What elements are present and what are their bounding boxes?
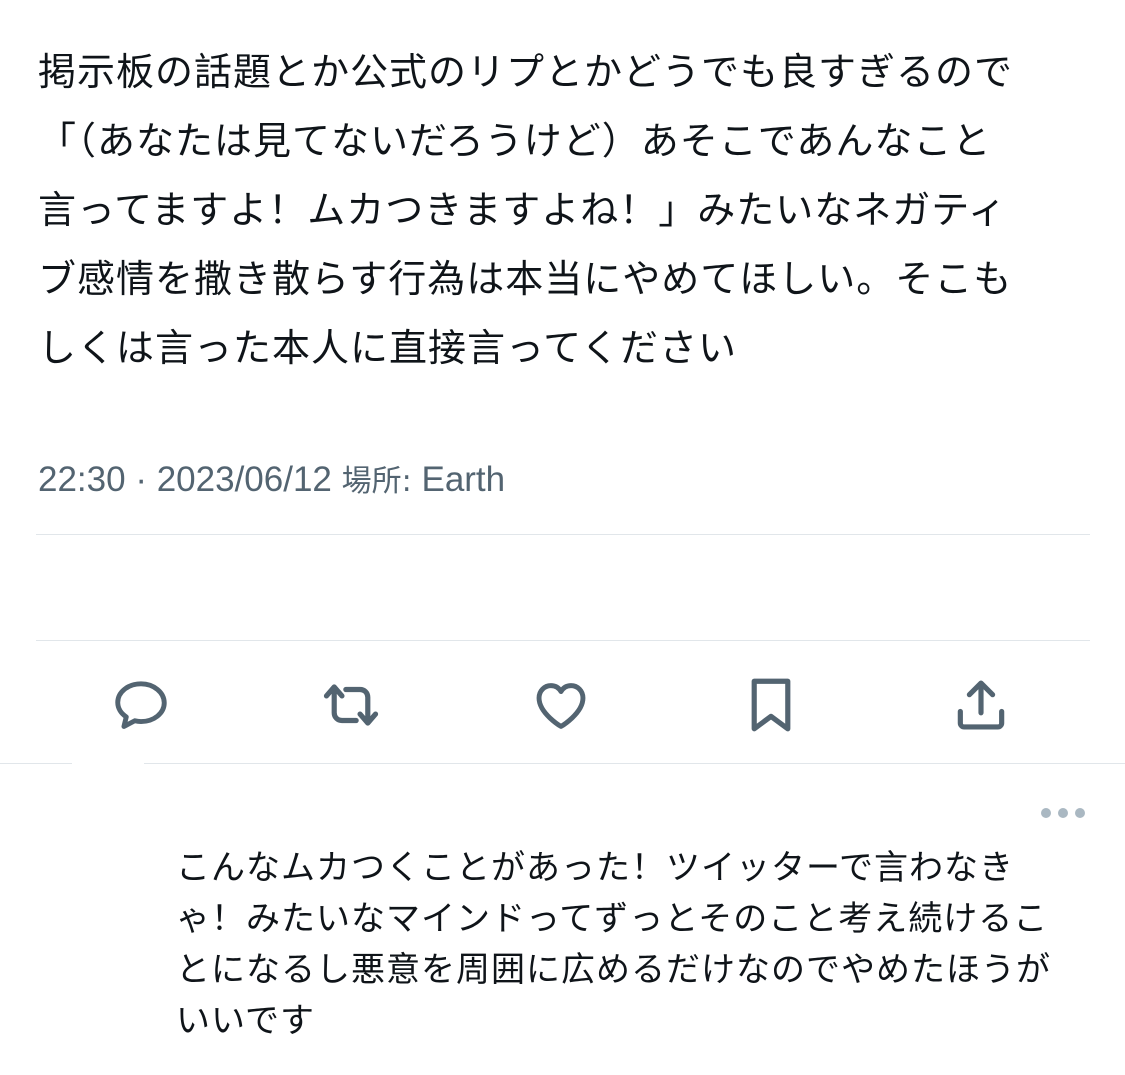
reply-button[interactable] [106,670,176,740]
meta-separator: · [135,460,147,499]
tweet-text: 掲示板の話題とか公式のリプとかどうでも良すぎるので 「（あなたは見てないだろうけ… [38,50,1014,370]
bookmark-button[interactable] [736,670,806,740]
share-button[interactable] [946,670,1016,740]
divider-reply [0,763,1125,764]
tweet-date[interactable]: 2023/06/12 [157,460,332,499]
tweet-metadata: 22:30 · 2023/06/12 場所: Earth [38,456,505,506]
tweet-time[interactable]: 22:30 [38,460,126,499]
retweet-button[interactable] [316,670,386,740]
heart-icon [536,683,586,729]
retweet-icon [323,684,379,726]
place-label: 場所: [341,464,412,499]
reply-icon [115,681,167,729]
more-icon [1041,808,1085,818]
divider-top [36,534,1090,535]
thread-connector-gap [72,762,144,765]
place-value[interactable]: Earth [421,460,505,499]
share-icon [957,680,1005,730]
bookmark-icon [751,678,791,732]
divider-actions [36,640,1090,641]
reply-text: こんなムカつくことがあった！ツイッターで言わなき ゃ！みたいなマインドってずっと… [176,848,1051,1041]
like-button[interactable] [526,670,596,740]
more-options-button[interactable] [1036,798,1090,828]
